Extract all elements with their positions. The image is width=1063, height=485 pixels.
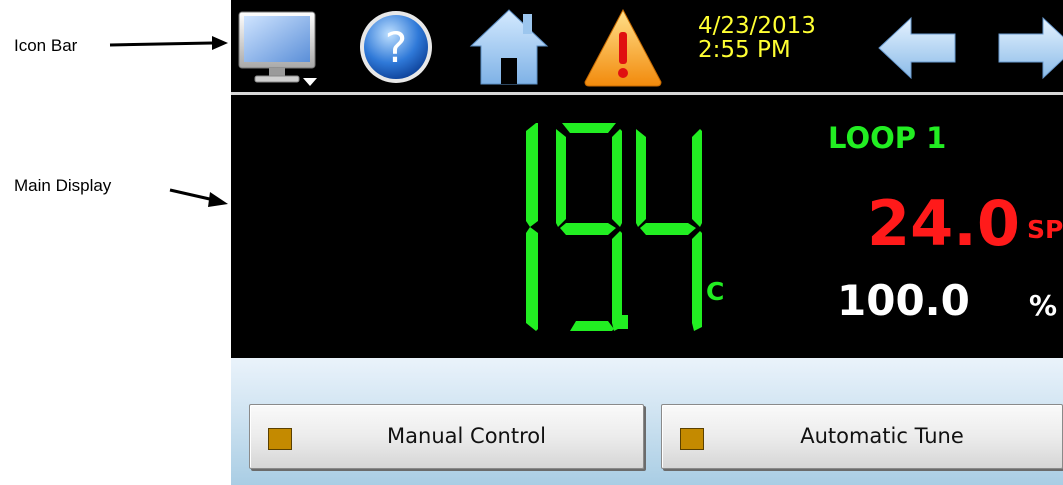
datetime-display: 4/23/2013 2:55 PM (698, 14, 816, 62)
alarm-warning-icon[interactable] (581, 6, 665, 92)
main-display: C LOOP 1 24.0 SP 100.0 % (231, 95, 1063, 358)
home-icon[interactable] (467, 6, 551, 92)
manual-control-indicator (268, 428, 292, 450)
output-value: 100.0 (837, 276, 970, 325)
main-display-arrow-icon (169, 188, 228, 207)
icon-bar: ? 4/23/2013 2:55 PM (231, 0, 1063, 92)
control-panel: Manual Control Automatic Tune (231, 358, 1063, 485)
arrow-right-icon[interactable] (993, 16, 1063, 84)
manual-control-button[interactable]: Manual Control (249, 404, 644, 469)
icon-bar-annotation: Icon Bar (14, 36, 78, 55)
setpoint-unit: SP (1027, 215, 1063, 244)
automatic-tune-button[interactable]: Automatic Tune (661, 404, 1063, 469)
touch-screen: ? 4/23/2013 2:55 PM C LOOP 1 24.0 SP 100… (231, 0, 1063, 485)
monitor-icon[interactable] (237, 6, 321, 92)
main-display-annotation: Main Display (14, 176, 112, 195)
output-unit: % (1029, 289, 1058, 322)
process-unit: C (706, 277, 725, 306)
arrow-left-icon[interactable] (877, 16, 961, 84)
icon-bar-arrow-icon (109, 36, 228, 50)
date-text: 4/23/2013 (698, 13, 816, 39)
loop-label[interactable]: LOOP 1 (828, 121, 946, 155)
automatic-tune-label: Automatic Tune (800, 424, 964, 448)
manual-control-label: Manual Control (387, 424, 546, 448)
automatic-tune-indicator (680, 428, 704, 450)
time-text: 2:55 PM (698, 37, 791, 63)
process-value-display (526, 123, 702, 331)
svg-text:?: ? (385, 23, 407, 72)
help-icon[interactable]: ? (356, 6, 436, 90)
setpoint-value[interactable]: 24.0 (867, 191, 1020, 257)
